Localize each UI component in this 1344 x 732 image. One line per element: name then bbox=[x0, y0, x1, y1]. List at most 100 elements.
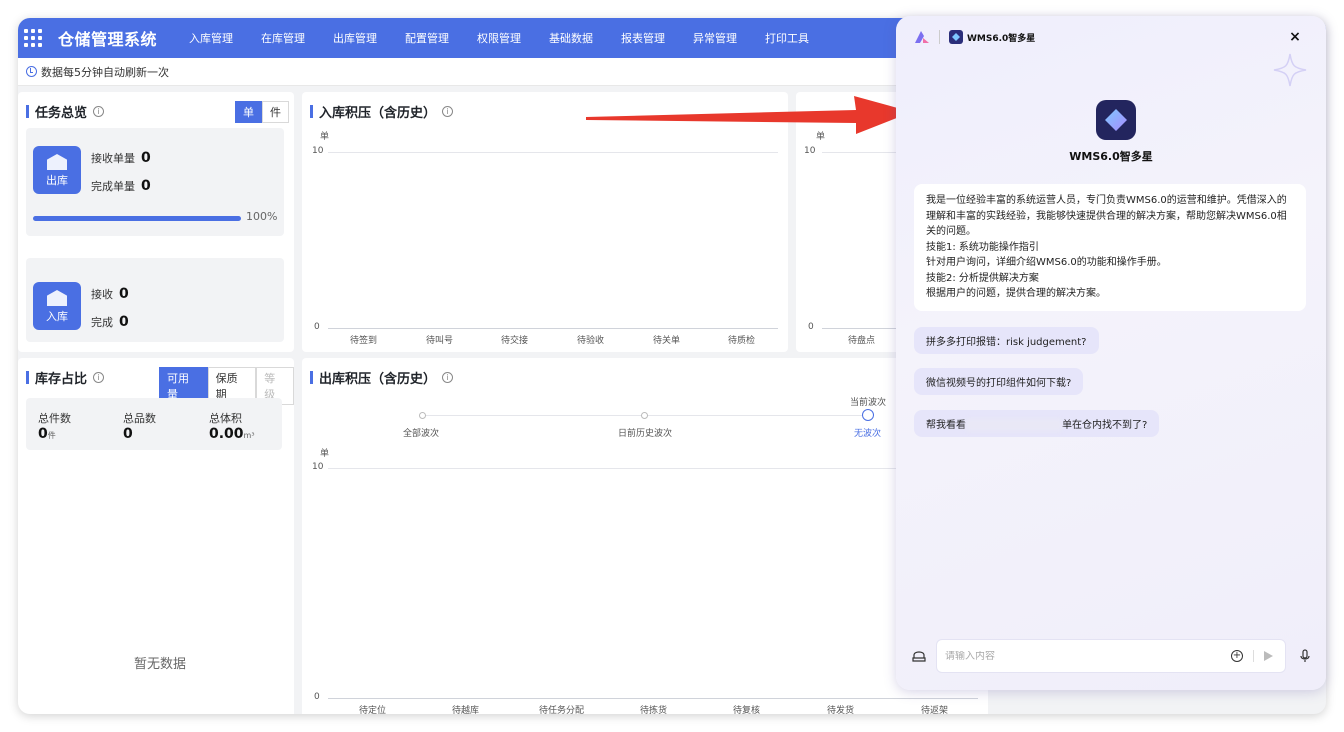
stat-label: 总体积 bbox=[209, 412, 242, 425]
grid-line bbox=[328, 152, 778, 153]
outbound-progress-bar bbox=[33, 216, 241, 221]
y-tick: 0 bbox=[314, 692, 320, 702]
send-icon[interactable] bbox=[1264, 651, 1273, 661]
attach-plus-icon[interactable]: + bbox=[1231, 650, 1243, 662]
suggestion-chip[interactable]: 微信视频号的打印组件如何下载? bbox=[914, 368, 1084, 395]
assistant-avatar bbox=[1096, 100, 1136, 140]
suggestion-chip[interactable]: 拼多多打印报错：risk judgement? bbox=[914, 327, 1099, 354]
wave-label[interactable]: 日前历史波次 bbox=[618, 426, 672, 439]
x-category: 待定位 bbox=[359, 706, 387, 714]
assistant-header: WMS6.0智多星 bbox=[896, 16, 1326, 58]
assistant-intro-message: 我是一位经验丰富的系统运营人员，专门负责WMS6.0的运营和维护。凭借深入的理解… bbox=[914, 184, 1306, 311]
x-category: 待发货 bbox=[827, 706, 855, 714]
outbound-summary: 出库 接收单量 0 完成单量 0 100% bbox=[26, 128, 284, 236]
nav-item-basedata[interactable]: 基础数据 bbox=[549, 30, 593, 46]
wave-label[interactable]: 全部波次 bbox=[403, 426, 439, 439]
nav-item-exception[interactable]: 异常管理 bbox=[693, 30, 737, 46]
stat-label: 总件数 bbox=[38, 412, 71, 425]
x-category: 待越库 bbox=[452, 706, 480, 714]
y-unit: 单 bbox=[320, 449, 330, 459]
assistant-panel: WMS6.0智多星 × WMS6.0智多星 我是一位经验丰富的系统运营人员，专门… bbox=[896, 16, 1326, 690]
x-category: 待盘点 bbox=[848, 336, 876, 346]
new-chat-icon[interactable] bbox=[912, 649, 926, 663]
empty-state: 暂无数据 bbox=[134, 657, 187, 672]
x-axis-line bbox=[328, 328, 778, 329]
stat-value: 0 bbox=[123, 426, 133, 442]
inventory-stats: 总件数 0件 总品数 0 总体积 0.00m³ bbox=[26, 398, 282, 450]
intro-line: 技能2: 分析提供解决方案 bbox=[926, 272, 1039, 284]
nav-item-permission[interactable]: 权限管理 bbox=[477, 30, 521, 46]
x-axis-line bbox=[328, 698, 978, 699]
x-category: 待拣货 bbox=[640, 706, 668, 714]
info-icon[interactable]: i bbox=[93, 106, 105, 117]
wave-step-all[interactable] bbox=[419, 412, 426, 419]
wave-label-active[interactable]: 无波次 bbox=[854, 426, 881, 439]
chat-input-box: + bbox=[936, 639, 1286, 673]
outbound-warehouse-icon: 出库 bbox=[33, 146, 81, 194]
annotation-arrow bbox=[586, 96, 912, 134]
sparkle-icon bbox=[1273, 53, 1307, 87]
assistant-logo-icon bbox=[949, 30, 963, 44]
inbound-warehouse-icon: 入库 bbox=[33, 282, 81, 330]
chat-input[interactable] bbox=[945, 650, 1231, 662]
current-wave-label: 当前波次 bbox=[850, 398, 887, 408]
intro-line: 根据用户的问题，提供合理的解决方案。 bbox=[926, 288, 1106, 299]
y-tick: 10 bbox=[312, 146, 324, 156]
stat-value: 0.00m³ bbox=[209, 426, 255, 442]
app-grid-icon[interactable] bbox=[24, 29, 42, 47]
app-title: 仓储管理系统 bbox=[58, 30, 158, 49]
brand-a-icon bbox=[915, 31, 929, 43]
chat-input-row: + bbox=[912, 638, 1312, 674]
stat-value: 0件 bbox=[38, 426, 56, 442]
outbound-backlog-card: 出库积压（含历史） i 全部波次 日前历史波次 当前波次 无波次 单 10 0 待… bbox=[302, 358, 988, 714]
toggle-order[interactable]: 单 bbox=[235, 101, 262, 123]
clock-icon bbox=[26, 66, 37, 77]
info-icon[interactable]: i bbox=[442, 106, 454, 117]
assistant-header-name: WMS6.0智多星 bbox=[967, 33, 1036, 44]
nav-item-outbound[interactable]: 出库管理 bbox=[333, 30, 377, 46]
info-icon[interactable]: i bbox=[93, 372, 105, 383]
nav-item-inbound[interactable]: 入库管理 bbox=[189, 30, 233, 46]
y-tick: 10 bbox=[804, 146, 816, 156]
intro-line: 技能1: 系统功能操作指引 bbox=[926, 241, 1039, 253]
x-category: 待交接 bbox=[501, 336, 529, 346]
wave-step-none[interactable] bbox=[862, 409, 874, 421]
x-category: 待返架 bbox=[921, 706, 949, 714]
y-tick: 0 bbox=[808, 322, 814, 332]
inventory-card: 库存占比 i 可用量 保质期 等级 总件数 0件 总品数 0 总体积 0.00m³… bbox=[18, 358, 294, 714]
grid-line bbox=[328, 468, 978, 469]
x-category: 待验收 bbox=[577, 336, 605, 346]
nav-item-onhand[interactable]: 在库管理 bbox=[261, 30, 305, 46]
intro-line: 我是一位经验丰富的系统运营人员，专门负责WMS6.0的运营和维护。凭借深入的理解… bbox=[926, 195, 1287, 237]
x-category: 待复核 bbox=[733, 706, 761, 714]
inbound-completed: 完成 0 bbox=[91, 314, 129, 330]
info-icon[interactable]: i bbox=[442, 372, 454, 383]
nav-item-report[interactable]: 报表管理 bbox=[621, 30, 665, 46]
nav-item-print[interactable]: 打印工具 bbox=[765, 30, 809, 46]
card-title: 任务总览 i bbox=[26, 102, 105, 121]
intro-line: 针对用户询问，详细介绍WMS6.0的功能和操作手册。 bbox=[926, 257, 1167, 268]
wave-step-history[interactable] bbox=[641, 412, 648, 419]
assistant-name: WMS6.0智多星 bbox=[1069, 150, 1153, 163]
x-category: 待叫号 bbox=[426, 336, 454, 346]
outbound-progress-label: 100% bbox=[246, 210, 278, 223]
microphone-icon[interactable] bbox=[1298, 649, 1312, 663]
y-tick: 0 bbox=[314, 322, 320, 332]
unit-toggle: 单 件 bbox=[235, 101, 289, 123]
x-category: 待签到 bbox=[350, 336, 378, 346]
inbound-summary: 入库 接收 0 完成 0 bbox=[26, 258, 284, 342]
x-category: 待关单 bbox=[653, 336, 681, 346]
card-title: 出库积压（含历史） i bbox=[310, 368, 454, 387]
task-overview-card: 任务总览 i 单 件 出库 接收单量 0 完成单量 0 100% 入库 接收 0 完成 0 bbox=[18, 92, 294, 352]
toggle-piece[interactable]: 件 bbox=[262, 101, 289, 123]
stat-label: 总品数 bbox=[123, 412, 156, 425]
card-title: 入库积压（含历史） i bbox=[310, 102, 454, 121]
x-category: 待任务分配 bbox=[539, 706, 585, 714]
suggestion-chip[interactable]: 帮我看看 单在仓内找不到了? bbox=[914, 410, 1160, 437]
close-button[interactable]: × bbox=[1286, 28, 1304, 46]
outbound-received: 接收单量 0 bbox=[91, 150, 151, 166]
nav-item-config[interactable]: 配置管理 bbox=[405, 30, 449, 46]
outbound-completed: 完成单量 0 bbox=[91, 178, 151, 194]
y-tick: 10 bbox=[312, 462, 324, 472]
redacted-text bbox=[966, 419, 1062, 431]
